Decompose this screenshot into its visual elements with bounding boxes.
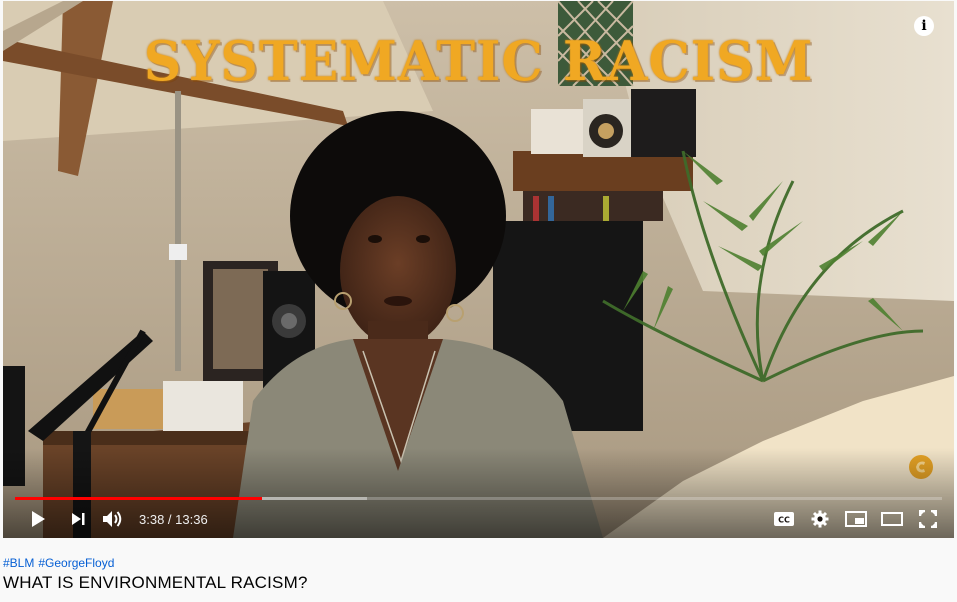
play-button[interactable] — [15, 503, 61, 535]
subtitles-cc-icon: CC — [774, 512, 794, 526]
svg-text:CC: CC — [778, 516, 790, 525]
player-controls: 3:38 / 13:36 CC — [3, 503, 954, 535]
settings-gear-icon — [811, 510, 829, 528]
video-title: WHAT IS ENVIRONMENTAL RACISM? — [3, 573, 308, 592]
miniplayer-button[interactable] — [838, 503, 874, 535]
theater-mode-icon — [881, 512, 903, 526]
volume-icon — [103, 511, 122, 527]
progress-bar[interactable] — [15, 497, 942, 500]
settings-button[interactable] — [802, 503, 838, 535]
current-time: 3:38 — [139, 511, 165, 527]
next-icon — [72, 513, 85, 525]
video-info: #BLM #GeorgeFloyd WHAT IS ENVIRONMENTAL … — [3, 556, 957, 593]
hashtag-link[interactable]: #GeorgeFloyd — [38, 556, 114, 570]
subtitles-button[interactable]: CC — [766, 503, 802, 535]
miniplayer-icon — [845, 511, 867, 527]
fullscreen-icon — [919, 510, 937, 528]
video-player[interactable]: SYSTEMATIC RACISM i 3:38 / 13:36 CC — [3, 1, 954, 538]
play-icon — [32, 511, 45, 527]
fullscreen-button[interactable] — [910, 503, 946, 535]
hashtags: #BLM #GeorgeFloyd — [3, 556, 957, 570]
next-button[interactable] — [61, 503, 95, 535]
progress-played — [15, 497, 262, 500]
duration: 13:36 — [175, 511, 208, 527]
overlay-title-text: SYSTEMATIC RACISM — [143, 29, 814, 94]
info-icon[interactable]: i — [914, 16, 934, 36]
hashtag-link[interactable]: #BLM — [3, 556, 34, 570]
theater-mode-button[interactable] — [874, 503, 910, 535]
time-separator: / — [164, 511, 176, 527]
volume-button[interactable] — [95, 503, 131, 535]
time-display: 3:38 / 13:36 — [139, 512, 208, 527]
